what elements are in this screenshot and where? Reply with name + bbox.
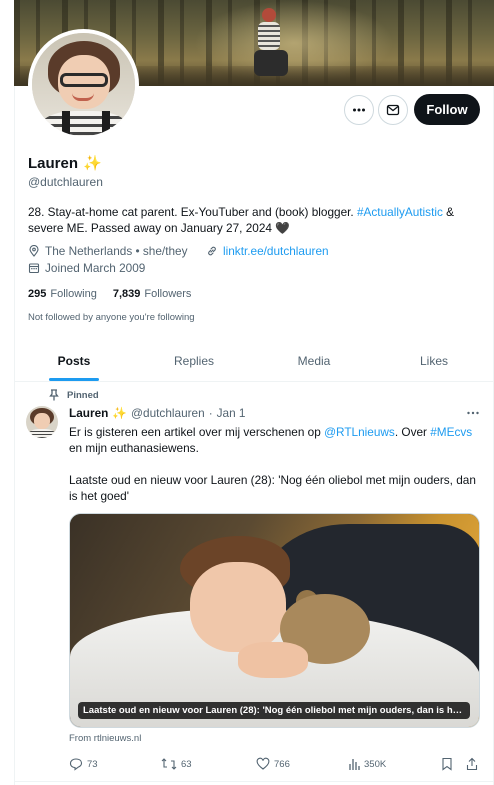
message-button[interactable] [378,95,408,125]
share-icon [466,757,478,771]
like-button[interactable]: 766 [256,756,290,772]
tab-likes[interactable]: Likes [374,342,494,381]
card-source[interactable]: From rtlnieuws.nl [69,733,141,744]
bio-hashtag-link[interactable]: #ActuallyAutistic [357,205,443,219]
tweet-author-avatar[interactable] [26,406,58,438]
tweet-author-name[interactable]: Lauren [69,406,108,420]
follow-counts: 295 Following 7,839 Followers [28,288,191,300]
profile-name: Lauren ✨ [28,154,102,173]
profile-tabs: Posts Replies Media Likes [14,342,494,382]
profile-joined: Joined March 2009 [28,261,145,275]
profile-location: The Netherlands • she/they [28,244,188,258]
mention-link[interactable]: @RTLnieuws [324,425,395,439]
tab-replies[interactable]: Replies [134,342,254,381]
pin-icon [49,389,59,401]
bar-chart-icon [349,759,360,770]
profile-handle: @dutchlauren [28,175,103,189]
following-link[interactable]: 295 Following [28,288,97,300]
follow-button[interactable]: Follow [414,94,480,125]
profile-link[interactable]: linktr.ee/dutchlauren [206,244,329,258]
calendar-icon [28,263,40,274]
more-horizontal-icon [467,411,479,415]
reply-icon [69,758,83,771]
pinned-label: Pinned [49,389,99,401]
followers-link[interactable]: 7,839 Followers [113,288,192,300]
tweet-text-headline: Laatste oud en nieuw voor Lauren (28): '… [69,473,476,503]
tab-posts[interactable]: Posts [14,342,134,381]
share-button[interactable] [466,756,478,772]
profile-avatar[interactable] [28,29,139,140]
sparkles-icon: ✨ [83,155,102,172]
tweet-author-handle[interactable]: @dutchlauren [131,406,205,420]
envelope-icon [386,104,400,116]
sparkles-icon: ✨ [112,406,128,420]
tweet-date[interactable]: Jan 1 [217,406,246,420]
location-pin-icon [29,245,39,257]
profile-display-name: Lauren [28,154,79,172]
repost-icon [161,758,177,770]
repost-button[interactable]: 63 [161,756,192,772]
card-caption: Laatste oud en nieuw voor Lauren (28): '… [78,702,470,719]
views-button[interactable]: 350K [348,756,386,772]
more-options-button[interactable] [344,95,374,125]
divider [14,781,494,782]
tweet-more-button[interactable] [466,406,480,420]
bookmark-button[interactable] [441,756,453,772]
heart-icon [256,757,270,770]
link-icon [208,246,216,256]
tab-media[interactable]: Media [254,342,374,381]
profile-bio: 28. Stay-at-home cat parent. Ex-YouTuber… [28,205,455,235]
bookmark-icon [442,757,452,771]
more-horizontal-icon [353,108,365,112]
reply-button[interactable]: 73 [69,756,98,772]
banner-person-figure [252,8,288,78]
hashtag-link[interactable]: #MEcvs [430,425,472,439]
black-heart-icon: 🖤 [275,221,290,235]
tweet-header: Lauren ✨ @dutchlauren · Jan 1 [69,406,246,420]
tweet-text: Er is gisteren een artikel over mij vers… [69,425,473,455]
link-preview-card[interactable]: Laatste oud en nieuw voor Lauren (28): '… [69,513,480,728]
active-tab-indicator [49,378,99,381]
not-followed-notice: Not followed by anyone you're following [28,312,195,323]
